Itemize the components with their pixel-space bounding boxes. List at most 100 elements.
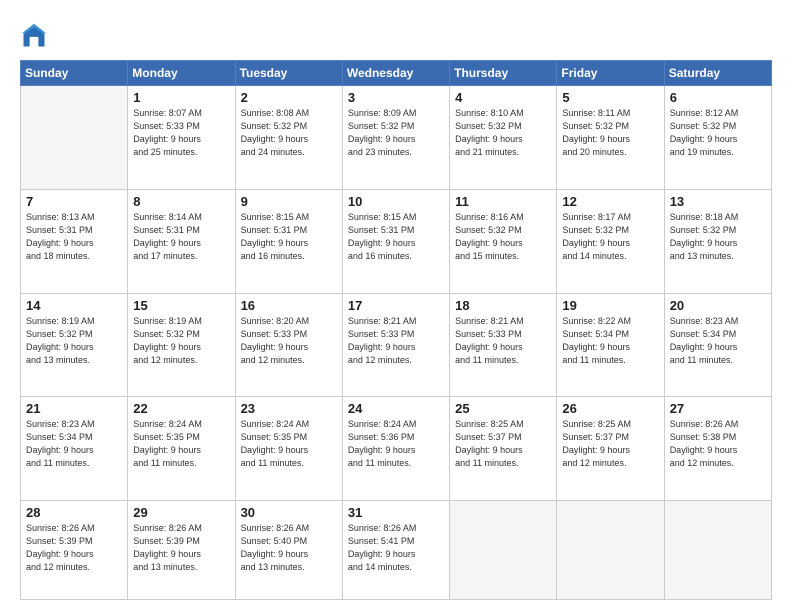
day-info: Sunrise: 8:26 AM Sunset: 5:39 PM Dayligh… xyxy=(26,522,122,574)
day-info: Sunrise: 8:17 AM Sunset: 5:32 PM Dayligh… xyxy=(562,211,658,263)
day-9: 9Sunrise: 8:15 AM Sunset: 5:31 PM Daylig… xyxy=(235,189,342,293)
day-info: Sunrise: 8:23 AM Sunset: 5:34 PM Dayligh… xyxy=(26,418,122,470)
day-5: 5 Sunrise: 8:11 AM Sunset: 5:32 PM Daylig… xyxy=(557,86,664,190)
day-25: 25 Sunrise: 8:25 AM Sunset: 5:37 PM Dayli… xyxy=(450,397,557,501)
week-row-1: 1 Sunrise: 8:07 AM Sunset: 5:33 PM Daylig… xyxy=(21,86,772,190)
day-31: 31 Sunrise: 8:26 AM Sunset: 5:41 PM Dayli… xyxy=(342,501,449,600)
day-number: 6 xyxy=(670,90,766,105)
day-number: 27 xyxy=(670,401,766,416)
day-20: 20 Sunrise: 8:23 AM Sunset: 5:34 PM Dayli… xyxy=(664,293,771,397)
day-info: Sunrise: 8:07 AM Sunset: 5:33 PM Dayligh… xyxy=(133,107,229,159)
day-number: 16 xyxy=(241,298,337,313)
day-info: Sunrise: 8:23 AM Sunset: 5:34 PM Dayligh… xyxy=(670,315,766,367)
day-number: 29 xyxy=(133,505,229,520)
calendar-table: SundayMondayTuesdayWednesdayThursdayFrid… xyxy=(20,60,772,600)
day-13: 13 Sunrise: 8:18 AM Sunset: 5:32 PM Dayli… xyxy=(664,189,771,293)
day-28: 28 Sunrise: 8:26 AM Sunset: 5:39 PM Dayli… xyxy=(21,501,128,600)
day-info: Sunrise: 8:08 AM Sunset: 5:32 PM Dayligh… xyxy=(241,107,337,159)
day-number: 22 xyxy=(133,401,229,416)
day-info: Sunrise: 8:24 AM Sunset: 5:36 PM Dayligh… xyxy=(348,418,444,470)
day-info: Sunrise: 8:19 AM Sunset: 5:32 PM Dayligh… xyxy=(26,315,122,367)
weekday-tuesday: Tuesday xyxy=(235,61,342,86)
day-info: Sunrise: 8:14 AM Sunset: 5:31 PM Dayligh… xyxy=(133,211,229,263)
day-number: 24 xyxy=(348,401,444,416)
day-11: 11 Sunrise: 8:16 AM Sunset: 5:32 PM Dayli… xyxy=(450,189,557,293)
day-number: 26 xyxy=(562,401,658,416)
page: SundayMondayTuesdayWednesdayThursdayFrid… xyxy=(0,0,792,612)
day-info: Sunrise: 8:13 AM Sunset: 5:31 PM Dayligh… xyxy=(26,211,122,263)
day-info: Sunrise: 8:25 AM Sunset: 5:37 PM Dayligh… xyxy=(562,418,658,470)
day-number: 30 xyxy=(241,505,337,520)
day-number: 8 xyxy=(133,194,229,209)
day-info: Sunrise: 8:26 AM Sunset: 5:40 PM Dayligh… xyxy=(241,522,337,574)
weekday-saturday: Saturday xyxy=(664,61,771,86)
day-17: 17 Sunrise: 8:21 AM Sunset: 5:33 PM Dayli… xyxy=(342,293,449,397)
day-24: 24 Sunrise: 8:24 AM Sunset: 5:36 PM Dayli… xyxy=(342,397,449,501)
weekday-friday: Friday xyxy=(557,61,664,86)
day-info: Sunrise: 8:12 AM Sunset: 5:32 PM Dayligh… xyxy=(670,107,766,159)
day-6: 6 Sunrise: 8:12 AM Sunset: 5:32 PM Daylig… xyxy=(664,86,771,190)
day-number: 5 xyxy=(562,90,658,105)
day-number: 4 xyxy=(455,90,551,105)
day-number: 31 xyxy=(348,505,444,520)
day-number: 12 xyxy=(562,194,658,209)
header xyxy=(20,18,772,50)
logo xyxy=(20,22,52,50)
day-27: 27 Sunrise: 8:26 AM Sunset: 5:38 PM Dayli… xyxy=(664,397,771,501)
day-14: 14 Sunrise: 8:19 AM Sunset: 5:32 PM Dayli… xyxy=(21,293,128,397)
day-3: 3Sunrise: 8:09 AM Sunset: 5:32 PM Daylig… xyxy=(342,86,449,190)
day-number: 25 xyxy=(455,401,551,416)
day-number: 23 xyxy=(241,401,337,416)
day-26: 26 Sunrise: 8:25 AM Sunset: 5:37 PM Dayli… xyxy=(557,397,664,501)
day-22: 22 Sunrise: 8:24 AM Sunset: 5:35 PM Dayli… xyxy=(128,397,235,501)
day-number: 17 xyxy=(348,298,444,313)
day-info: Sunrise: 8:21 AM Sunset: 5:33 PM Dayligh… xyxy=(455,315,551,367)
day-info: Sunrise: 8:26 AM Sunset: 5:39 PM Dayligh… xyxy=(133,522,229,574)
day-info: Sunrise: 8:16 AM Sunset: 5:32 PM Dayligh… xyxy=(455,211,551,263)
day-4: 4 Sunrise: 8:10 AM Sunset: 5:32 PM Daylig… xyxy=(450,86,557,190)
day-number: 14 xyxy=(26,298,122,313)
day-number: 19 xyxy=(562,298,658,313)
week-row-3: 14 Sunrise: 8:19 AM Sunset: 5:32 PM Dayli… xyxy=(21,293,772,397)
day-1: 1 Sunrise: 8:07 AM Sunset: 5:33 PM Daylig… xyxy=(128,86,235,190)
day-number: 3 xyxy=(348,90,444,105)
empty-cell xyxy=(664,501,771,600)
weekday-wednesday: Wednesday xyxy=(342,61,449,86)
day-info: Sunrise: 8:19 AM Sunset: 5:32 PM Dayligh… xyxy=(133,315,229,367)
day-7: 7 Sunrise: 8:13 AM Sunset: 5:31 PM Daylig… xyxy=(21,189,128,293)
day-info: Sunrise: 8:24 AM Sunset: 5:35 PM Dayligh… xyxy=(133,418,229,470)
day-number: 13 xyxy=(670,194,766,209)
day-info: Sunrise: 8:26 AM Sunset: 5:41 PM Dayligh… xyxy=(348,522,444,574)
day-number: 28 xyxy=(26,505,122,520)
day-number: 11 xyxy=(455,194,551,209)
day-8: 8 Sunrise: 8:14 AM Sunset: 5:31 PM Daylig… xyxy=(128,189,235,293)
empty-cell xyxy=(557,501,664,600)
day-number: 10 xyxy=(348,194,444,209)
day-info: Sunrise: 8:26 AM Sunset: 5:38 PM Dayligh… xyxy=(670,418,766,470)
week-row-5: 28 Sunrise: 8:26 AM Sunset: 5:39 PM Dayli… xyxy=(21,501,772,600)
day-info: Sunrise: 8:10 AM Sunset: 5:32 PM Dayligh… xyxy=(455,107,551,159)
day-info: Sunrise: 8:18 AM Sunset: 5:32 PM Dayligh… xyxy=(670,211,766,263)
day-info: Sunrise: 8:21 AM Sunset: 5:33 PM Dayligh… xyxy=(348,315,444,367)
day-number: 7 xyxy=(26,194,122,209)
day-info: Sunrise: 8:11 AM Sunset: 5:32 PM Dayligh… xyxy=(562,107,658,159)
day-number: 20 xyxy=(670,298,766,313)
empty-cell xyxy=(450,501,557,600)
day-info: Sunrise: 8:25 AM Sunset: 5:37 PM Dayligh… xyxy=(455,418,551,470)
day-info: Sunrise: 8:22 AM Sunset: 5:34 PM Dayligh… xyxy=(562,315,658,367)
day-number: 1 xyxy=(133,90,229,105)
day-10: 10 Sunrise: 8:15 AM Sunset: 5:31 PM Dayli… xyxy=(342,189,449,293)
day-19: 19 Sunrise: 8:22 AM Sunset: 5:34 PM Dayli… xyxy=(557,293,664,397)
day-21: 21 Sunrise: 8:23 AM Sunset: 5:34 PM Dayli… xyxy=(21,397,128,501)
day-number: 18 xyxy=(455,298,551,313)
empty-cell xyxy=(21,86,128,190)
day-info: Sunrise: 8:15 AM Sunset: 5:31 PM Dayligh… xyxy=(348,211,444,263)
day-number: 21 xyxy=(26,401,122,416)
day-info: Sunrise: 8:24 AM Sunset: 5:35 PM Dayligh… xyxy=(241,418,337,470)
day-number: 15 xyxy=(133,298,229,313)
weekday-header-row: SundayMondayTuesdayWednesdayThursdayFrid… xyxy=(21,61,772,86)
day-number: 9 xyxy=(241,194,337,209)
day-30: 30 Sunrise: 8:26 AM Sunset: 5:40 PM Dayli… xyxy=(235,501,342,600)
week-row-4: 21 Sunrise: 8:23 AM Sunset: 5:34 PM Dayli… xyxy=(21,397,772,501)
week-row-2: 7 Sunrise: 8:13 AM Sunset: 5:31 PM Daylig… xyxy=(21,189,772,293)
